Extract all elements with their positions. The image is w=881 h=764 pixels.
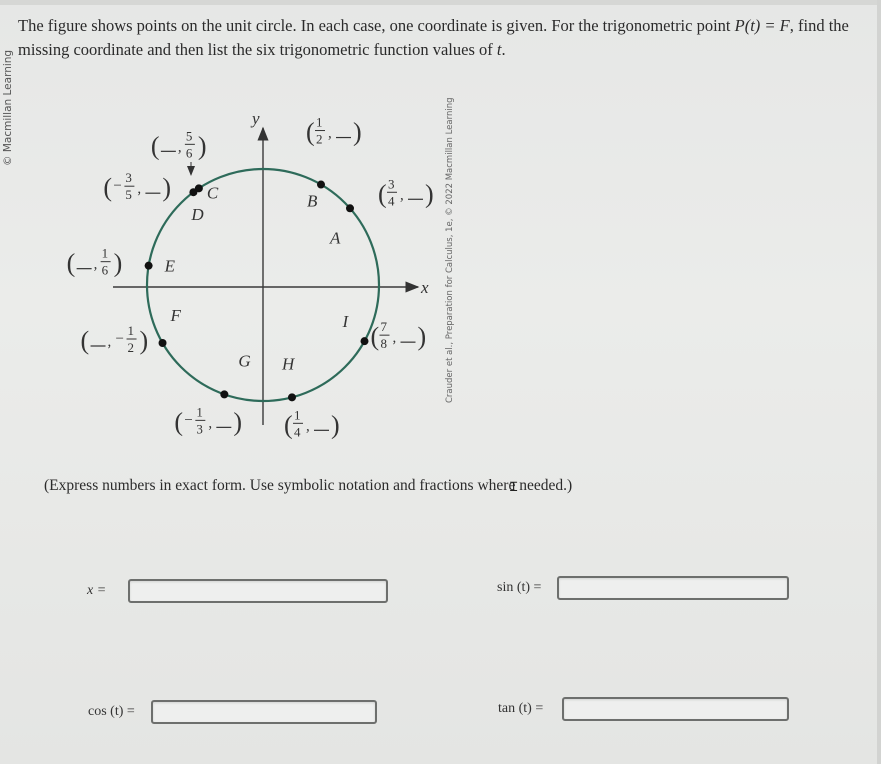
open-paren: ( bbox=[151, 131, 160, 160]
open-paren: ( bbox=[371, 322, 380, 351]
open-paren: ( bbox=[103, 173, 112, 202]
minus-sign: − bbox=[113, 178, 121, 194]
comma: , bbox=[393, 330, 397, 346]
open-paren: ( bbox=[174, 407, 183, 436]
fraction-numerator: 5 bbox=[186, 128, 193, 143]
point-c-coord-label: (, 5 6) bbox=[151, 128, 207, 160]
point-b-dot bbox=[317, 180, 325, 189]
open-paren: ( bbox=[67, 249, 76, 278]
point-i-name: I bbox=[342, 312, 350, 331]
comma: , bbox=[400, 187, 404, 203]
fraction-denominator: 6 bbox=[102, 263, 109, 278]
sin-field-label: sin (t) = bbox=[497, 580, 542, 595]
fraction-denominator: 4 bbox=[388, 193, 395, 208]
open-paren: ( bbox=[284, 410, 293, 439]
comma: , bbox=[108, 334, 112, 350]
close-paren: ) bbox=[140, 326, 149, 355]
fraction-numerator: 1 bbox=[128, 323, 134, 338]
x-field-row: x = bbox=[87, 579, 389, 603]
tan-answer-input[interactable] bbox=[562, 697, 790, 721]
fraction-numerator: 1 bbox=[316, 115, 323, 130]
close-paren: ) bbox=[331, 410, 340, 439]
close-paren: ) bbox=[198, 131, 207, 160]
fraction-denominator: 6 bbox=[186, 145, 193, 160]
point-f-name: F bbox=[170, 306, 182, 325]
close-paren: ) bbox=[162, 173, 171, 202]
unit-circle-svg: x y A(34,)B(12,)C(,56)D(−35,)E(,16)F(, −1… bbox=[67, 109, 434, 439]
y-axis-label: y bbox=[250, 109, 260, 128]
point-e-name: E bbox=[164, 257, 176, 276]
close-paren: ) bbox=[418, 322, 427, 351]
point-a-name: A bbox=[329, 228, 341, 247]
point-b-name: B bbox=[307, 192, 318, 211]
fraction-denominator: 2 bbox=[316, 132, 323, 147]
fraction-denominator: 4 bbox=[294, 424, 301, 439]
fraction-denominator: 8 bbox=[381, 336, 388, 351]
fraction-numerator: 3 bbox=[388, 176, 395, 191]
fraction-numerator: 1 bbox=[102, 246, 109, 261]
close-paren: ) bbox=[233, 407, 242, 436]
comma: , bbox=[137, 181, 141, 197]
minus-sign: − bbox=[184, 412, 192, 428]
comma: , bbox=[306, 418, 310, 434]
point-b-coord-label: (1 2,) bbox=[306, 115, 362, 147]
close-paren: ) bbox=[353, 118, 362, 147]
point-e-dot bbox=[144, 261, 153, 270]
point-d-dot bbox=[189, 188, 198, 197]
text-cursor-icon: Ɪ bbox=[510, 480, 518, 495]
point-a-dot bbox=[346, 204, 354, 213]
point-g-coord-label: (−1 3,) bbox=[174, 404, 242, 436]
figure-credit: Crauder et al., Preparation for Calculus… bbox=[445, 97, 455, 404]
comma: , bbox=[208, 415, 212, 431]
point-h-dot bbox=[288, 393, 296, 402]
point-h-name: H bbox=[281, 354, 296, 373]
point-e-coord-label: (, 1 6) bbox=[67, 246, 123, 278]
fraction-numerator: 3 bbox=[125, 170, 131, 185]
comma: , bbox=[178, 139, 182, 155]
sin-answer-input[interactable] bbox=[557, 576, 790, 600]
open-paren: ( bbox=[378, 179, 387, 208]
point-i-dot bbox=[360, 337, 369, 346]
point-h-coord-label: (1 4,) bbox=[284, 407, 340, 439]
minus-sign: − bbox=[116, 331, 124, 347]
fraction-numerator: 7 bbox=[381, 319, 388, 334]
point-f-dot bbox=[158, 339, 167, 347]
sin-field-row: sin (t) = bbox=[497, 576, 790, 600]
unit-circle-figure: x y A(3 4,) B(1 2,) C(, 5 6) D(−3 5,) E(, 1 6) F(, −1… bbox=[0, 0, 881, 470]
cos-field-label: cos (t) = bbox=[88, 704, 135, 719]
x-field-label: x = bbox=[87, 583, 107, 598]
x-axis-label: x bbox=[420, 278, 429, 297]
point-c-name: C bbox=[207, 183, 219, 202]
cos-field-row: cos (t) = bbox=[88, 700, 377, 724]
fraction-denominator: 5 bbox=[125, 187, 131, 202]
open-paren: ( bbox=[81, 326, 90, 355]
point-a-coord-label: (3 4,) bbox=[378, 176, 434, 208]
fraction-numerator: 1 bbox=[294, 407, 301, 422]
point-d-name: D bbox=[190, 205, 204, 224]
comma: , bbox=[328, 126, 332, 142]
instructions-text: (Express numbers in exact form. Use symb… bbox=[44, 477, 573, 494]
comma: , bbox=[94, 257, 98, 273]
x-answer-input[interactable] bbox=[128, 579, 389, 603]
fraction-denominator: 3 bbox=[196, 421, 203, 436]
tan-field-label: tan (t) = bbox=[498, 701, 544, 716]
point-g-dot bbox=[220, 390, 229, 399]
point-f-coord-label: (, −1 2) bbox=[81, 323, 149, 355]
cos-answer-input[interactable] bbox=[150, 700, 377, 724]
tan-field-row: tan (t) = bbox=[498, 697, 790, 721]
fraction-denominator: 2 bbox=[128, 340, 134, 355]
fraction-numerator: 1 bbox=[196, 404, 203, 419]
close-paren: ) bbox=[114, 249, 123, 278]
open-paren: ( bbox=[306, 118, 315, 147]
point-d-coord-label: (−3 5,) bbox=[103, 170, 171, 202]
point-i-coord-label: (7 8,) bbox=[371, 319, 427, 351]
point-g-name: G bbox=[238, 351, 250, 370]
close-paren: ) bbox=[425, 179, 434, 208]
